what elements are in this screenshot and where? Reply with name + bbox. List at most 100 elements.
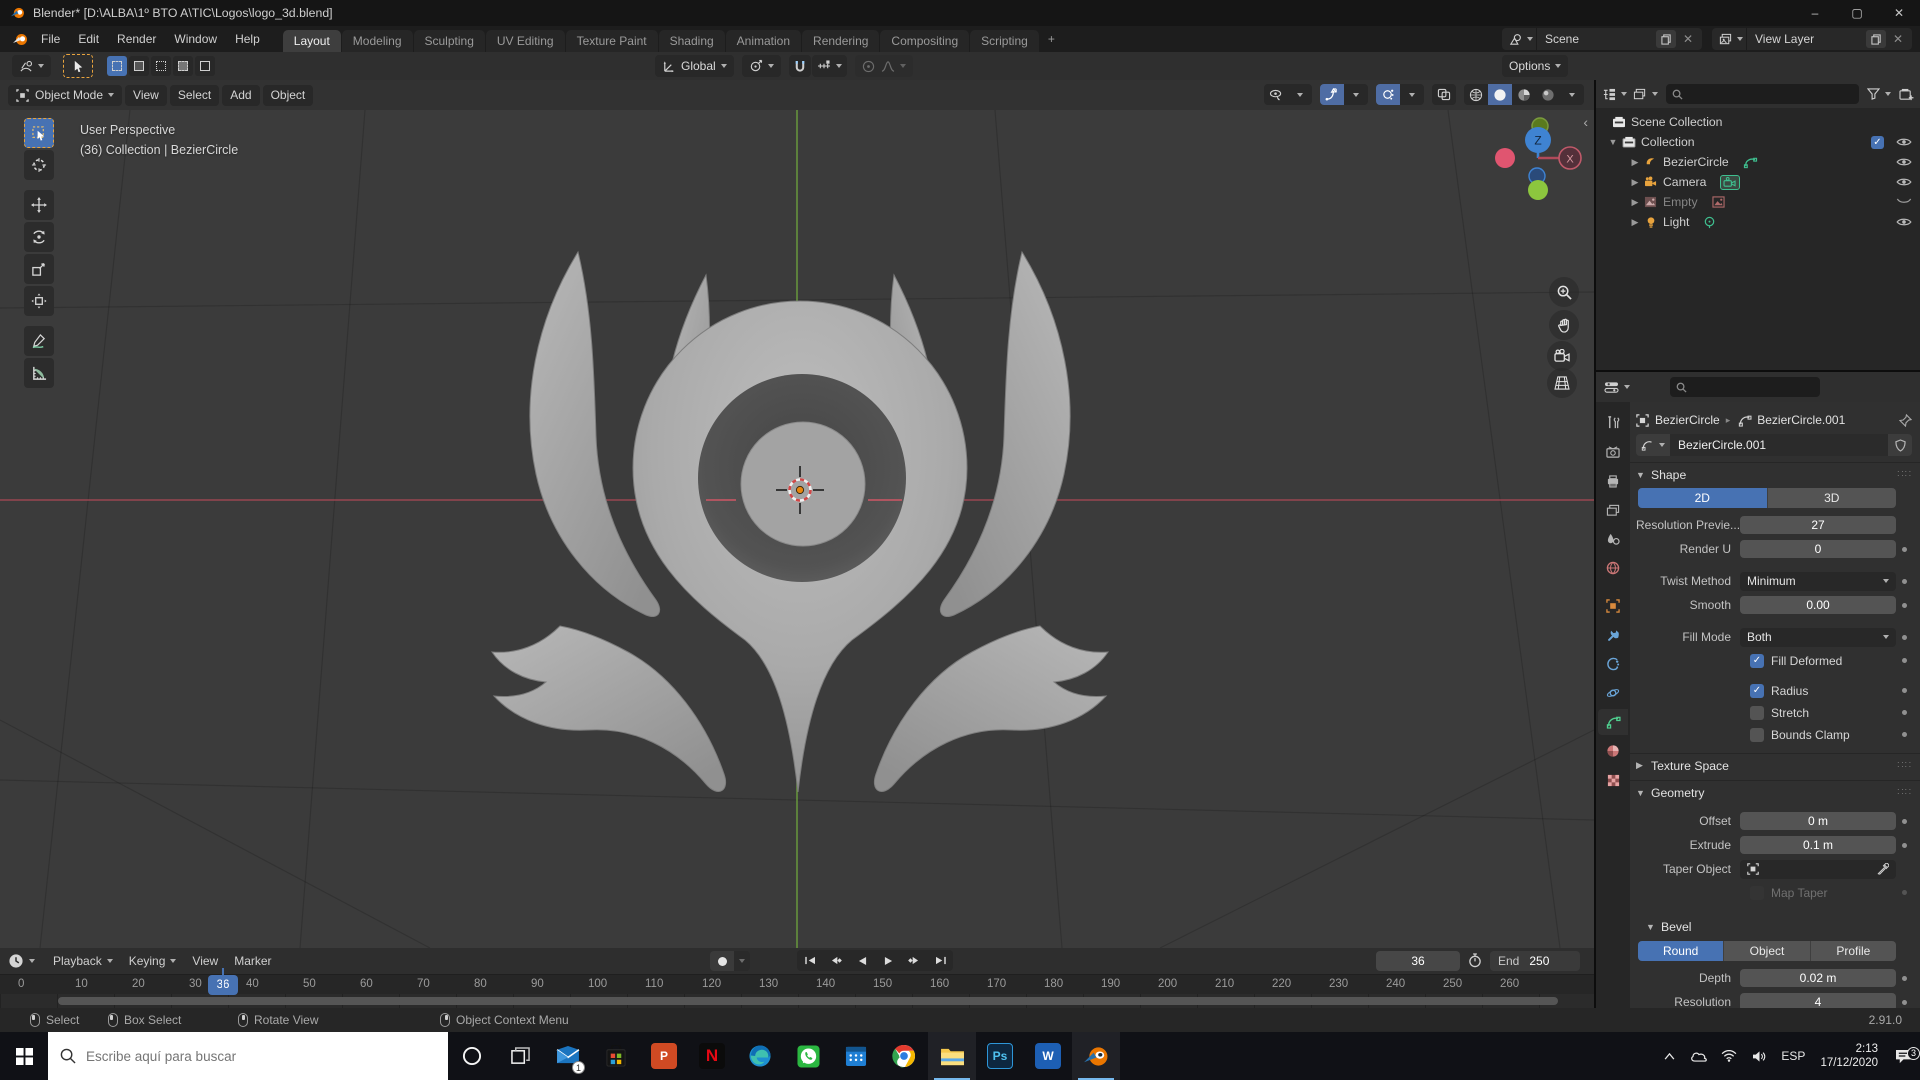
gizmo-dropdown[interactable]	[1344, 84, 1368, 105]
minimize-button[interactable]: –	[1794, 0, 1836, 26]
timeline-ruler[interactable]: 0102030405060708090100110120130140150160…	[0, 974, 1594, 994]
viewport-menu-item[interactable]: Object	[263, 85, 314, 106]
menu-item[interactable]: File	[32, 29, 69, 49]
snap-settings-dropdown[interactable]	[812, 55, 847, 77]
animate-dot[interactable]	[1896, 843, 1912, 848]
tab-object-data-icon[interactable]	[1598, 709, 1628, 735]
fill-deformed-checkbox[interactable]: ✓	[1750, 654, 1764, 668]
tab-modifiers-icon[interactable]	[1598, 622, 1628, 648]
whatsapp-app-icon[interactable]	[784, 1032, 832, 1080]
prev-keyframe-button[interactable]	[823, 950, 849, 971]
editor-type-properties-button[interactable]	[1604, 381, 1630, 394]
taskbar-search[interactable]	[48, 1032, 448, 1080]
select-mode-invert-icon[interactable]	[173, 56, 193, 76]
tab-object-icon[interactable]	[1598, 593, 1628, 619]
select-mode-intersect-icon[interactable]	[195, 56, 215, 76]
tab-render-icon[interactable]	[1598, 439, 1628, 465]
tab-output-icon[interactable]	[1598, 468, 1628, 494]
extrude-field[interactable]: 0.1 m	[1740, 836, 1896, 854]
workspace-tab[interactable]: Rendering	[802, 30, 879, 52]
notifications-icon[interactable]: 3	[1886, 1049, 1920, 1064]
outliner-row-light[interactable]: ▶ Light	[1596, 212, 1920, 232]
end-frame-field[interactable]: End250	[1490, 951, 1580, 971]
calendar-app-icon[interactable]	[832, 1032, 880, 1080]
netflix-app-icon[interactable]: N	[688, 1032, 736, 1080]
menu-item[interactable]: Render	[108, 29, 165, 49]
word-app-icon[interactable]: W	[1024, 1032, 1072, 1080]
outliner-search-input[interactable]	[1666, 84, 1859, 104]
animate-dot[interactable]	[1896, 1000, 1912, 1005]
shape-3d-button[interactable]: 3D	[1768, 488, 1897, 508]
resolution-preview-field[interactable]: 27	[1740, 516, 1896, 534]
workspace-tab[interactable]: Compositing	[880, 30, 969, 52]
new-view-layer-icon[interactable]	[1866, 30, 1886, 48]
tool-measure-button[interactable]	[24, 358, 54, 388]
shading-wireframe-icon[interactable]	[1464, 84, 1488, 105]
animate-dot[interactable]	[1896, 658, 1912, 663]
tool-select-box-button[interactable]	[24, 118, 54, 148]
section-bevel[interactable]: ▼Bevel	[1640, 915, 1920, 939]
zoom-view-icon[interactable]	[1549, 277, 1579, 307]
eyedropper-icon[interactable]	[1877, 863, 1889, 875]
bevel-object-button[interactable]: Object	[1724, 941, 1810, 961]
outliner-row-collection[interactable]: ▼ Collection ✓	[1596, 132, 1920, 152]
animate-dot[interactable]	[1896, 603, 1912, 608]
radius-checkbox[interactable]: ✓	[1750, 684, 1764, 698]
play-button[interactable]	[875, 950, 901, 971]
collection-expand-icon[interactable]: ▼	[1606, 137, 1620, 147]
view-layer-selector[interactable]: View Layer ✕	[1712, 28, 1912, 50]
auto-key-button[interactable]	[710, 951, 750, 971]
editor-type-outliner-button[interactable]	[1602, 88, 1627, 101]
jump-to-start-button[interactable]	[797, 950, 823, 971]
tab-scene-icon[interactable]	[1598, 526, 1628, 552]
next-keyframe-button[interactable]	[901, 950, 927, 971]
workspace-tab[interactable]: Modeling	[342, 30, 413, 52]
map-taper-checkbox[interactable]	[1750, 886, 1764, 900]
bevel-resolution-field[interactable]: 4	[1740, 993, 1896, 1008]
volume-icon[interactable]	[1744, 1050, 1774, 1063]
blender-app-icon[interactable]	[1072, 1032, 1120, 1080]
fill-mode-dropdown[interactable]: Both	[1740, 628, 1896, 647]
offset-field[interactable]: 0 m	[1740, 812, 1896, 830]
outliner-row-scene-collection[interactable]: Scene Collection	[1596, 112, 1920, 132]
sidebar-collapse-icon[interactable]: ‹	[1583, 114, 1588, 130]
workspace-tab[interactable]: Layout	[283, 30, 341, 52]
section-geometry[interactable]: ▼Geometry∷∷	[1630, 780, 1920, 804]
expand-icon[interactable]: ▶	[1628, 217, 1642, 228]
eye-icon[interactable]	[1896, 137, 1912, 147]
timeline-scrollbar[interactable]	[58, 997, 1558, 1005]
editor-type-viewport-button[interactable]	[12, 55, 51, 77]
eye-closed-icon[interactable]	[1896, 198, 1912, 206]
timeline-menu-keying[interactable]: Keying	[121, 954, 185, 968]
editor-type-timeline-button[interactable]	[8, 953, 35, 969]
bevel-profile-button[interactable]: Profile	[1811, 941, 1896, 961]
eye-icon[interactable]	[1896, 177, 1912, 187]
store-app-icon[interactable]	[592, 1032, 640, 1080]
tool-move-button[interactable]	[24, 190, 54, 220]
eye-icon[interactable]	[1896, 217, 1912, 227]
tab-texture-icon[interactable]	[1598, 767, 1628, 793]
animate-dot[interactable]	[1896, 890, 1912, 895]
mode-dropdown[interactable]: Object Mode	[8, 85, 122, 106]
tool-scale-button[interactable]	[24, 254, 54, 284]
workspace-tab[interactable]: Animation	[726, 30, 801, 52]
scene-selector[interactable]: Scene ✕	[1502, 28, 1702, 50]
render-u-field[interactable]: 0	[1740, 540, 1896, 558]
workspace-tab[interactable]: Sculpting	[414, 30, 485, 52]
menu-item[interactable]: Edit	[69, 29, 108, 49]
tool-cursor-button[interactable]	[24, 150, 54, 180]
taskbar-clock[interactable]: 2:13 17/12/2020	[1812, 1042, 1886, 1070]
shape-2d-button[interactable]: 2D	[1638, 488, 1768, 508]
tab-view-layer-icon[interactable]	[1598, 497, 1628, 523]
edge-app-icon[interactable]	[736, 1032, 784, 1080]
properties-search-input[interactable]	[1670, 377, 1820, 397]
viewport-menu-item[interactable]: Add	[222, 85, 259, 106]
collection-checkbox[interactable]: ✓	[1871, 136, 1884, 149]
show-gizmo-icon[interactable]	[1320, 84, 1344, 105]
menu-item[interactable]: Help	[226, 29, 269, 49]
tray-expand-icon[interactable]	[1654, 1053, 1684, 1060]
animate-dot[interactable]	[1896, 579, 1912, 584]
animate-dot[interactable]	[1896, 732, 1912, 737]
taper-object-field[interactable]	[1740, 860, 1896, 879]
mail-app-icon[interactable]: 1	[544, 1032, 592, 1080]
